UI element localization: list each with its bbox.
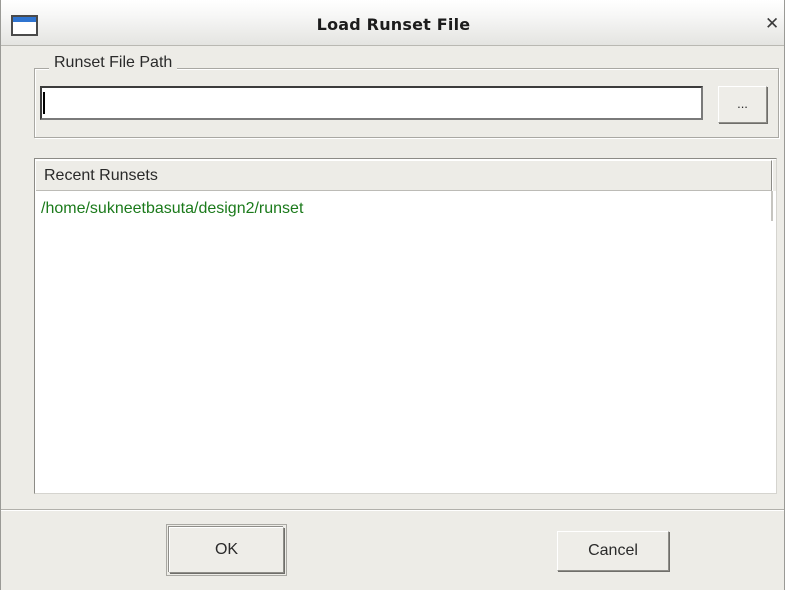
title-bar[interactable]: Load Runset File ✕ (1, 0, 784, 46)
ok-button[interactable]: OK (169, 527, 284, 573)
runset-path-input[interactable] (40, 86, 703, 120)
column-divider (771, 191, 773, 221)
recent-runsets-list[interactable]: Recent Runsets /home/sukneetbasuta/desig… (34, 158, 777, 494)
recent-runsets-header[interactable]: Recent Runsets (36, 160, 772, 191)
dialog-title: Load Runset File (316, 15, 471, 34)
cancel-button[interactable]: Cancel (557, 531, 669, 571)
browse-button[interactable]: ... (718, 86, 767, 123)
text-caret (43, 92, 45, 114)
recent-runset-item[interactable]: /home/sukneetbasuta/design2/runset (41, 199, 303, 219)
load-runset-dialog: Load Runset File ✕ Runset File Path ... … (0, 0, 785, 590)
close-icon[interactable]: ✕ (765, 14, 779, 34)
runset-path-legend: Runset File Path (49, 53, 178, 73)
